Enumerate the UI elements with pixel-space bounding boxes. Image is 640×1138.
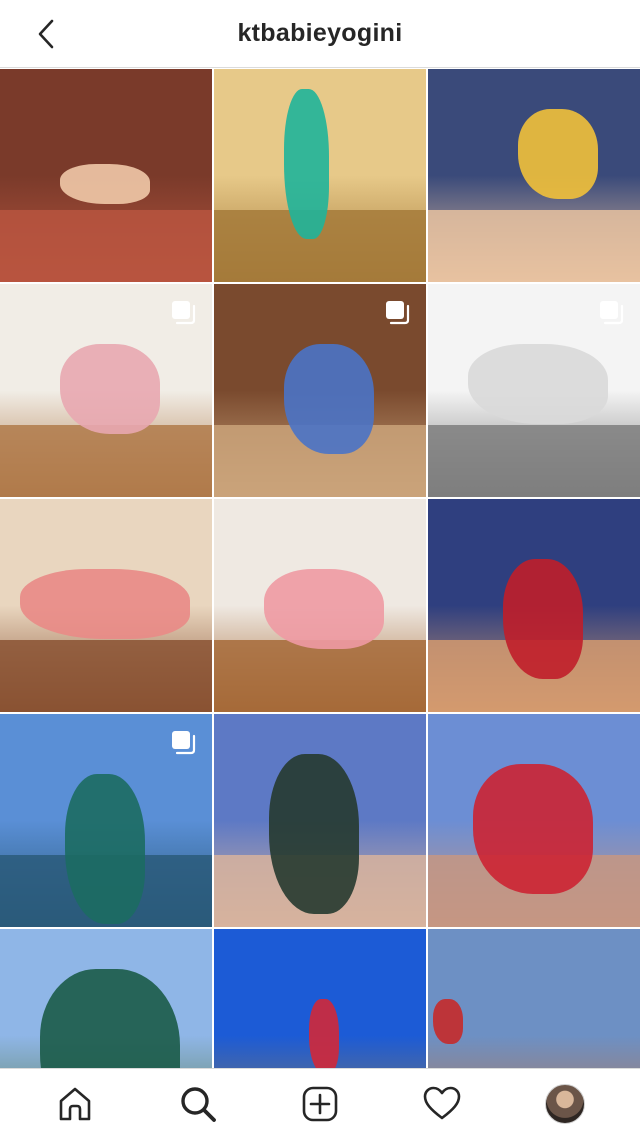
yoga-pose-figure [468, 344, 608, 424]
yoga-pose-figure [20, 569, 190, 639]
post-thumbnail[interactable] [428, 714, 640, 927]
post-thumbnail[interactable] [428, 69, 640, 282]
photo-ground [0, 639, 212, 712]
tab-search[interactable] [168, 1074, 228, 1134]
photo-ground [0, 209, 212, 282]
stacked-squares-icon [172, 731, 196, 755]
back-button[interactable] [28, 16, 64, 52]
chevron-left-icon [38, 19, 54, 49]
post-thumbnail[interactable] [214, 69, 426, 282]
yoga-pose-figure [284, 344, 374, 454]
yoga-pose-figure [473, 764, 593, 894]
bottom-tab-bar [0, 1068, 640, 1138]
stacked-squares-icon [172, 301, 196, 325]
post-thumbnail[interactable] [0, 69, 212, 282]
yoga-pose-figure [60, 164, 150, 204]
post-grid [0, 69, 640, 1068]
post-thumbnail[interactable] [0, 499, 212, 712]
plus-square-icon [302, 1086, 338, 1121]
post-thumbnail[interactable] [214, 499, 426, 712]
post-thumbnail[interactable] [214, 284, 426, 497]
post-thumbnail[interactable] [214, 714, 426, 927]
yoga-pose-figure [309, 999, 339, 1068]
search-icon [180, 1086, 216, 1122]
tab-activity[interactable] [412, 1074, 472, 1134]
post-thumbnail[interactable] [0, 714, 212, 927]
post-thumbnail[interactable] [428, 499, 640, 712]
top-navigation-bar: ktbabieyogini [0, 0, 640, 68]
yoga-pose-figure [60, 344, 160, 434]
profile-avatar [544, 1083, 585, 1124]
tab-profile[interactable] [535, 1074, 595, 1134]
profile-username-title: ktbabieyogini [237, 19, 403, 47]
home-icon [59, 1087, 91, 1120]
yoga-pose-figure [284, 89, 329, 239]
post-thumbnail[interactable] [0, 284, 212, 497]
yoga-pose-figure [269, 754, 359, 914]
stacked-squares-icon [386, 301, 410, 325]
yoga-pose-figure [503, 559, 583, 679]
photo-ground [214, 639, 426, 712]
heart-icon [424, 1086, 461, 1119]
tab-new-post[interactable] [290, 1074, 350, 1134]
photo-ground [0, 424, 212, 497]
tab-home[interactable] [45, 1074, 105, 1134]
post-thumbnail[interactable] [428, 929, 640, 1068]
photo-ground [428, 209, 640, 282]
yoga-pose-figure [518, 109, 598, 199]
post-thumbnail[interactable] [0, 929, 212, 1068]
post-thumbnail[interactable] [214, 929, 426, 1068]
photo-ground [428, 424, 640, 497]
stacked-squares-icon [600, 301, 624, 325]
yoga-pose-figure [65, 774, 145, 924]
post-photo [428, 929, 640, 1068]
post-thumbnail[interactable] [428, 284, 640, 497]
yoga-pose-figure [264, 569, 384, 649]
yoga-pose-figure [433, 999, 463, 1044]
